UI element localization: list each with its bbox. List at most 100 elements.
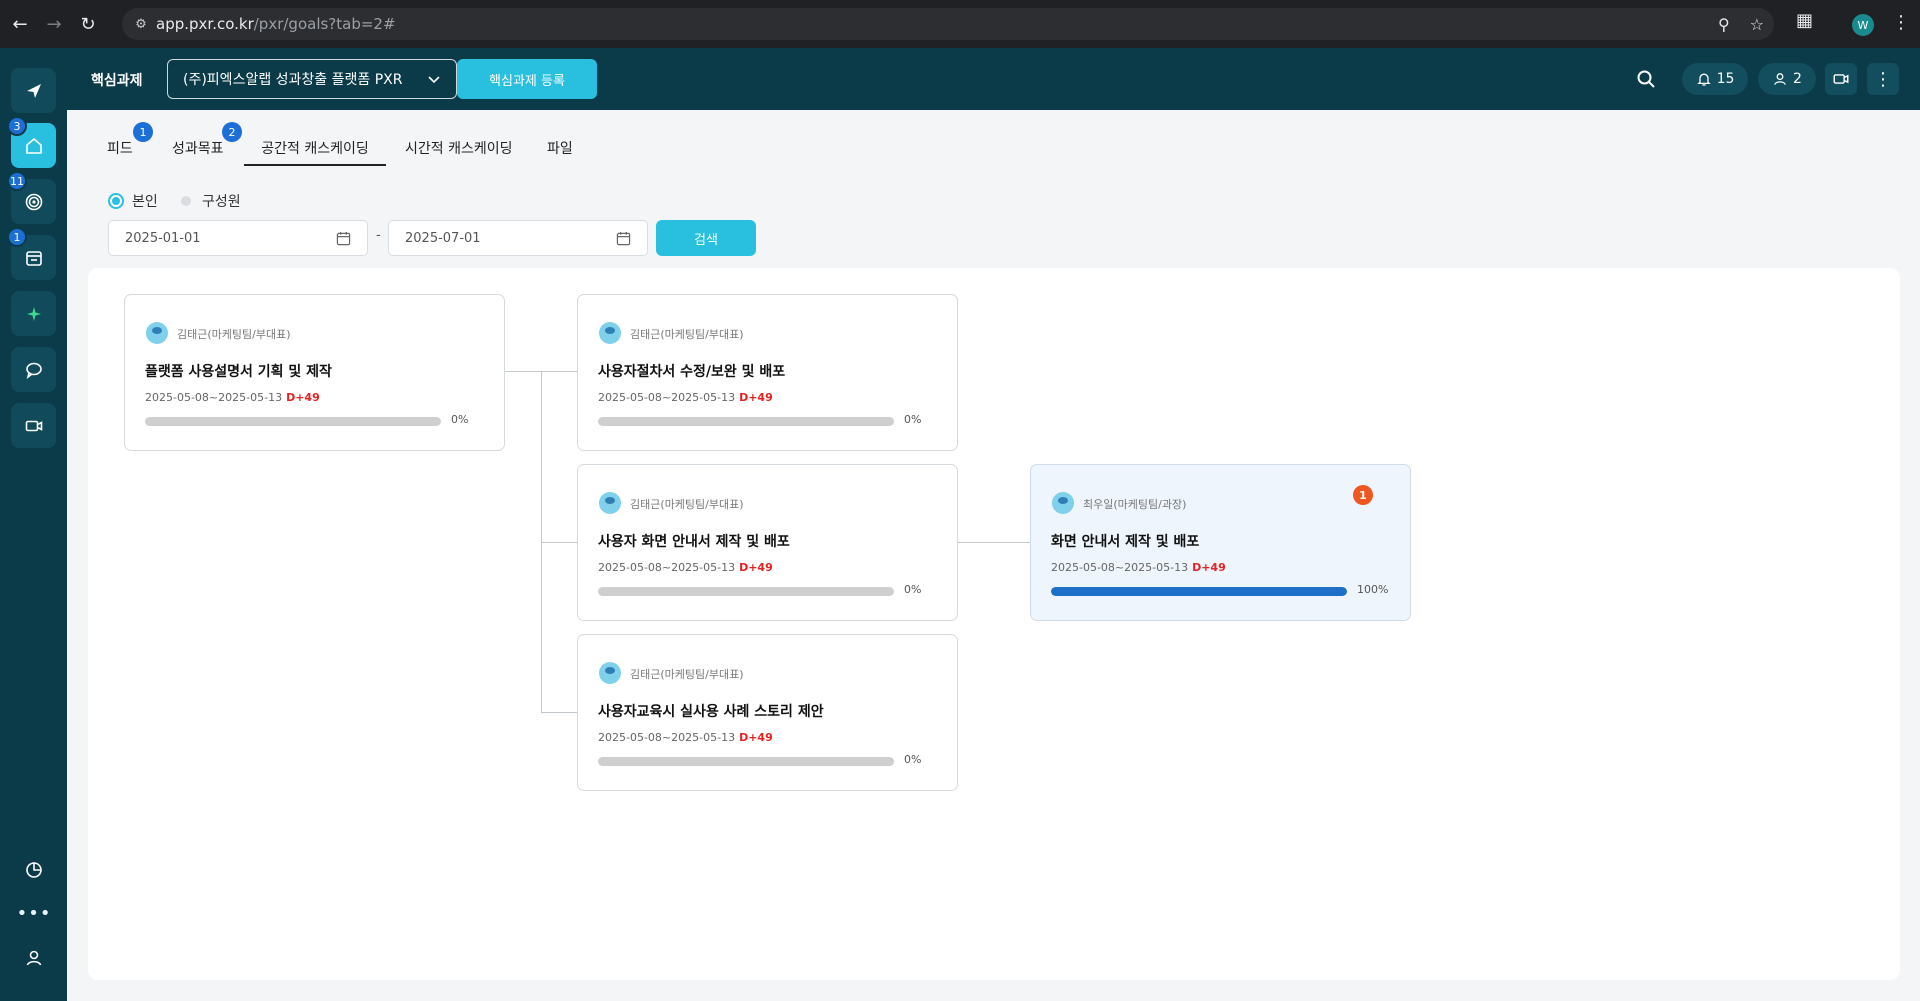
- connector-line: [958, 542, 1030, 543]
- profile-avatar[interactable]: W: [1852, 14, 1874, 36]
- goal-card[interactable]: 김태근(마케팅팀/부대표) 사용자절차서 수정/보완 및 배포 2025-05-…: [577, 294, 958, 451]
- url-host: app.pxr.co.kr: [156, 15, 254, 33]
- card-title: 사용자절차서 수정/보완 및 배포: [598, 364, 786, 380]
- kebab-menu-icon[interactable]: ⋮: [1867, 63, 1899, 95]
- sparkle-icon: [26, 306, 41, 321]
- connector-line: [541, 712, 577, 713]
- date-to-value: 2025-07-01: [405, 230, 481, 246]
- card-title: 플랫폼 사용설명서 기획 및 제작: [145, 364, 332, 380]
- card-period-dates: 2025-05-08~2025-05-13: [598, 561, 736, 574]
- sidebar-item-ai[interactable]: [11, 291, 56, 336]
- card-period-dates: 2025-05-08~2025-05-13: [598, 391, 736, 404]
- sidebar-badge-home: 3: [7, 116, 27, 136]
- forward-icon[interactable]: →: [40, 10, 68, 38]
- video-icon: [1833, 74, 1849, 84]
- date-range-separator: -: [376, 228, 381, 243]
- card-owner: 최우일(마케팅팀/과장): [1083, 498, 1187, 511]
- search-icon[interactable]: [1630, 63, 1662, 95]
- tab-feed[interactable]: 피드: [107, 138, 133, 166]
- progress-percent: 0%: [451, 413, 469, 426]
- sidebar-badge-goals: 11: [7, 171, 27, 191]
- date-to-input[interactable]: 2025-07-01: [388, 220, 648, 256]
- video-call-button[interactable]: [1825, 63, 1857, 95]
- date-from-value: 2025-01-01: [125, 230, 201, 246]
- avatar: [599, 662, 621, 684]
- notifications-button[interactable]: 15: [1682, 63, 1748, 95]
- more-icon[interactable]: •••: [17, 901, 51, 925]
- goal-card[interactable]: 김태근(마케팅팀/부대표) 사용자 화면 안내서 제작 및 배포 2025-05…: [577, 464, 958, 621]
- back-icon[interactable]: ←: [6, 10, 34, 38]
- progress-bar: [598, 587, 894, 596]
- tab-performance-goals-badge: 2: [222, 122, 242, 142]
- chevron-down-icon: [428, 76, 440, 84]
- browser-menu-icon[interactable]: ⋮: [1892, 12, 1910, 33]
- report-chart-icon[interactable]: [22, 858, 46, 882]
- card-period-dates: 2025-05-08~2025-05-13: [1051, 561, 1189, 574]
- url-path: /pxr/goals?tab=2#: [253, 15, 396, 33]
- card-dday: D+49: [1192, 561, 1226, 574]
- card-period: 2025-05-08~2025-05-13 D+49: [145, 391, 320, 404]
- card-title: 사용자교육시 실사용 사례 스토리 제안: [598, 704, 824, 720]
- password-key-icon[interactable]: ⚲: [1718, 15, 1730, 34]
- card-title: 사용자 화면 안내서 제작 및 배포: [598, 534, 790, 550]
- goal-card[interactable]: 김태근(마케팅팀/부대표) 플랫폼 사용설명서 기획 및 제작 2025-05-…: [124, 294, 505, 451]
- avatar: [599, 492, 621, 514]
- progress-bar: [145, 417, 441, 426]
- progress-bar: [1051, 587, 1347, 596]
- tab-feed-badge: 1: [133, 122, 153, 142]
- page-title: 핵심과제: [91, 73, 143, 89]
- card-owner: 김태근(마케팅팀/부대표): [177, 328, 291, 341]
- tab-temporal-cascading[interactable]: 시간적 캐스케이딩: [405, 138, 513, 166]
- radio-members[interactable]: 구성원: [178, 191, 241, 211]
- tab-files-label: 파일: [547, 141, 573, 157]
- person-icon: [1774, 73, 1786, 85]
- avatar: [599, 322, 621, 344]
- search-button[interactable]: 검색: [656, 220, 756, 256]
- card-period: 2025-05-08~2025-05-13 D+49: [1051, 561, 1226, 574]
- reload-icon[interactable]: ↻: [74, 10, 102, 38]
- progress-percent: 0%: [904, 753, 922, 766]
- target-icon: [25, 193, 42, 210]
- users-button[interactable]: 2: [1758, 63, 1816, 95]
- tab-performance-goals[interactable]: 성과목표: [172, 138, 224, 166]
- tab-files[interactable]: 파일: [547, 138, 573, 166]
- card-dday: D+49: [739, 561, 773, 574]
- goal-card[interactable]: 김태근(마케팅팀/부대표) 사용자교육시 실사용 사례 스토리 제안 2025-…: [577, 634, 958, 791]
- card-dday: D+49: [286, 391, 320, 404]
- extensions-icon[interactable]: ▦: [1796, 10, 1813, 31]
- card-title: 화면 안내서 제작 및 배포: [1051, 534, 1200, 550]
- progress-fill: [1051, 587, 1347, 596]
- bookmark-star-icon[interactable]: ☆: [1750, 15, 1764, 34]
- connector-line: [541, 542, 577, 543]
- register-goal-button[interactable]: 핵심과제 등록: [457, 59, 597, 99]
- chat-icon: [25, 362, 42, 379]
- connector-line: [505, 371, 541, 372]
- company-select[interactable]: (주)피엑스알랩 성과창출 플랫폼 PXR: [167, 59, 457, 99]
- tab-temporal-cascading-label: 시간적 캐스케이딩: [405, 141, 513, 157]
- radio-members-label: 구성원: [202, 194, 241, 210]
- radio-self[interactable]: 본인: [108, 191, 158, 211]
- notifications-count: 15: [1716, 71, 1735, 87]
- video-icon: [25, 420, 42, 431]
- sidebar-item-launch[interactable]: [11, 68, 56, 113]
- goal-card[interactable]: 최우일(마케팅팀/과장) 1 화면 안내서 제작 및 배포 2025-05-08…: [1030, 464, 1411, 621]
- card-dday: D+49: [739, 391, 773, 404]
- user-profile-icon[interactable]: [22, 946, 46, 970]
- site-info-icon[interactable]: ⚙: [126, 17, 156, 32]
- sidebar: 3 11 1 •••: [0, 48, 67, 1001]
- company-select-value: (주)피엑스알랩 성과창출 플랫폼 PXR: [183, 72, 403, 88]
- tab-spatial-cascading[interactable]: 공간적 캐스케이딩: [244, 138, 386, 166]
- sidebar-item-video[interactable]: [11, 403, 56, 448]
- address-bar[interactable]: ⚙ app.pxr.co.kr/pxr/goals?tab=2# ⚲ ☆: [122, 8, 1774, 40]
- card-period: 2025-05-08~2025-05-13 D+49: [598, 391, 773, 404]
- calendar-icon[interactable]: [616, 231, 631, 246]
- card-owner: 김태근(마케팅팀/부대표): [630, 668, 744, 681]
- bell-icon: [1696, 73, 1711, 86]
- date-from-input[interactable]: 2025-01-01: [108, 220, 368, 256]
- radio-self-label: 본인: [132, 194, 158, 210]
- sidebar-item-chat[interactable]: [11, 347, 56, 392]
- home-icon: [25, 137, 42, 154]
- browser-toolbar: ← → ↻ ⚙ app.pxr.co.kr/pxr/goals?tab=2# ⚲…: [0, 0, 1920, 48]
- calendar-icon[interactable]: [336, 231, 351, 246]
- card-owner: 김태근(마케팅팀/부대표): [630, 328, 744, 341]
